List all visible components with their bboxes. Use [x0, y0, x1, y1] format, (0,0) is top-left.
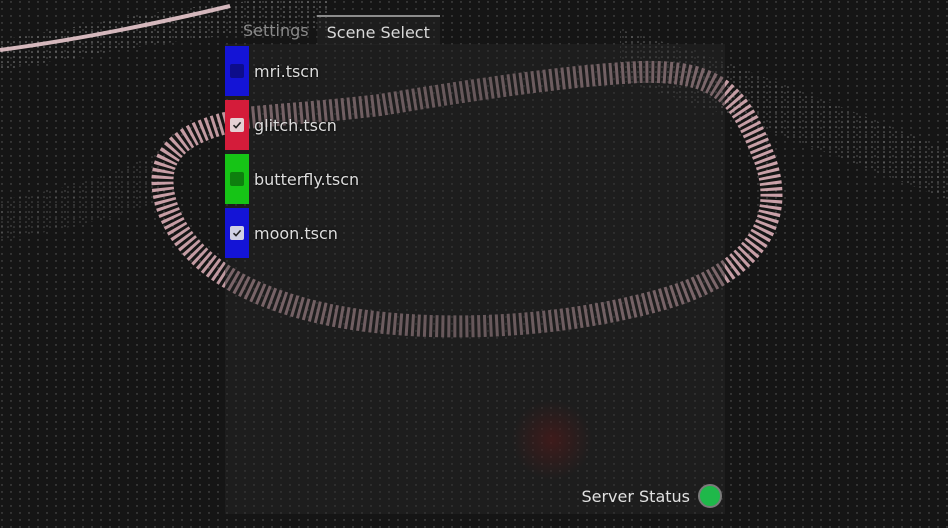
scene-label: glitch.tscn: [254, 115, 337, 135]
check-icon: [232, 229, 242, 237]
scene-checkbox[interactable]: [230, 172, 244, 186]
server-status-label: Server Status: [581, 486, 690, 506]
scene-color-swatch: [225, 154, 249, 204]
scene-label: butterfly.tscn: [254, 169, 360, 189]
scene-checkbox[interactable]: [230, 64, 244, 78]
server-status: Server Status: [581, 484, 722, 508]
scene-color-swatch: [225, 208, 249, 258]
scene-label: moon.tscn: [254, 223, 338, 243]
scene-list: mri.tscn glitch.tscn butterfly.tscn moon…: [225, 44, 725, 260]
status-indicator-icon: [698, 484, 722, 508]
scene-checkbox[interactable]: [230, 118, 244, 132]
scene-item-glitch[interactable]: glitch.tscn: [225, 98, 725, 152]
scene-label: mri.tscn: [254, 61, 320, 81]
scene-color-swatch: [225, 46, 249, 96]
scene-item-mri[interactable]: mri.tscn: [225, 44, 725, 98]
check-icon: [232, 121, 242, 129]
tab-settings[interactable]: Settings: [235, 15, 317, 45]
scene-color-swatch: [225, 100, 249, 150]
tab-bar: Settings Scene Select: [235, 13, 440, 45]
scene-checkbox[interactable]: [230, 226, 244, 240]
scene-item-butterfly[interactable]: butterfly.tscn: [225, 152, 725, 206]
scene-viewport: Settings Scene Select mri.tscn glitch.ts…: [0, 0, 948, 528]
scene-item-moon[interactable]: moon.tscn: [225, 206, 725, 260]
tab-scene-select[interactable]: Scene Select: [316, 15, 440, 45]
